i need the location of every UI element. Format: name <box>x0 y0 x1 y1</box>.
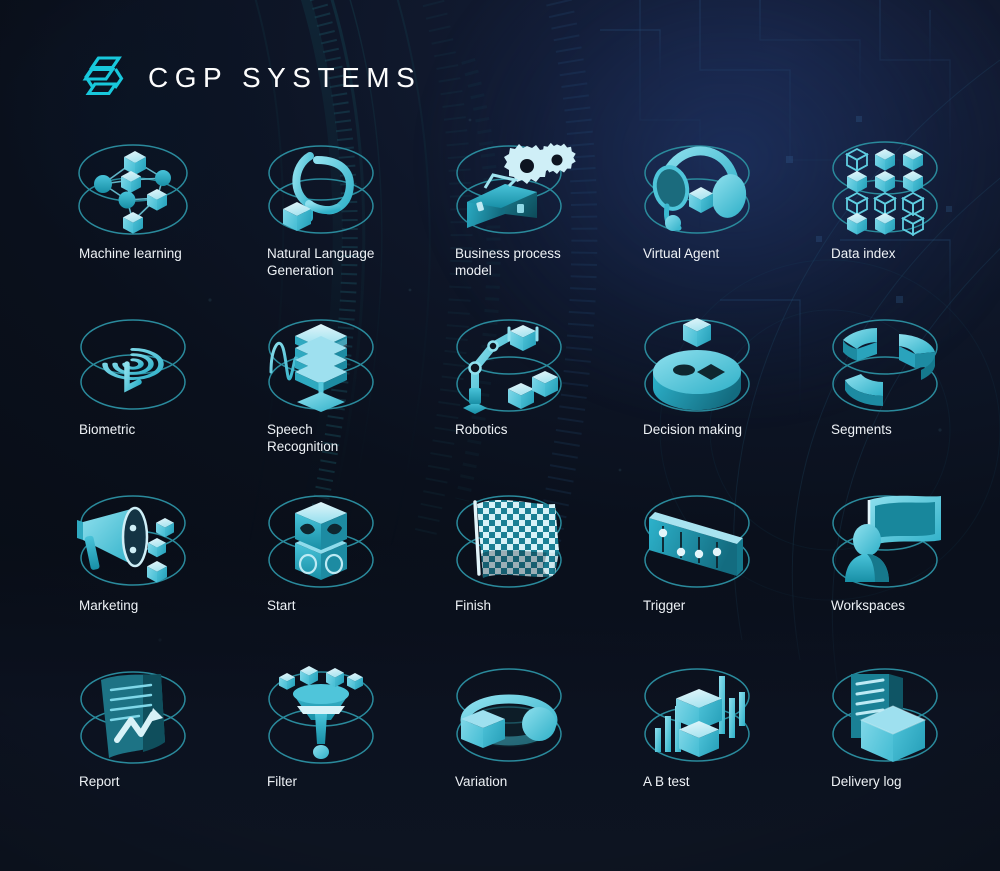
grid-item-label: Data index <box>831 246 896 261</box>
hex-s-logo-icon[interactable] <box>78 52 130 104</box>
filter-funnel-icon <box>268 666 374 764</box>
natural-language-generation-icon <box>268 145 374 234</box>
grid-item-start[interactable]: Start <box>251 478 439 654</box>
grid-item-label: A B test <box>643 774 690 789</box>
grid-item-label: Natural Language Generation <box>267 246 375 278</box>
grid-item-natural-language-generation[interactable]: Natural Language Generation <box>251 126 439 302</box>
data-index-icon <box>832 141 938 237</box>
grid-item-label: Variation <box>455 774 508 789</box>
grid-item-finish[interactable]: Finish <box>439 478 627 654</box>
grid-item-label: Finish <box>455 598 492 613</box>
grid-item-segments[interactable]: Segments <box>815 302 1000 478</box>
decision-making-icon <box>644 318 750 412</box>
grid-item-label: Report <box>79 774 120 789</box>
speech-recognition-icon <box>268 319 375 412</box>
variation-icon <box>456 668 562 762</box>
grid-item-delivery-log[interactable]: Delivery log <box>815 654 1000 830</box>
grid-item-label: Marketing <box>79 598 139 613</box>
grid-item-label: Delivery log <box>831 774 902 789</box>
brand-header: CGP SYSTEMS <box>78 52 421 104</box>
grid-item-variation[interactable]: Variation <box>439 654 627 830</box>
grid-item-label: Start <box>267 598 296 613</box>
grid-item-label: Machine learning <box>79 246 182 261</box>
start-cubes-icon <box>268 495 374 588</box>
workspaces-icon <box>832 495 941 588</box>
grid-item-label: Segments <box>831 422 892 437</box>
grid-item-label: Virtual Agent <box>643 246 720 261</box>
business-process-model-icon <box>456 142 576 234</box>
grid-item-robotics[interactable]: Robotics <box>439 302 627 478</box>
grid-item-trigger[interactable]: Trigger <box>627 478 815 654</box>
grid-item-report[interactable]: Report <box>63 654 251 830</box>
grid-item-label: Trigger <box>643 598 686 613</box>
brand-name: CGP SYSTEMS <box>148 62 422 93</box>
grid-item-speech-recognition[interactable]: Speech Recognition <box>251 302 439 478</box>
delivery-log-icon <box>832 668 938 762</box>
grid-item-machine-learning[interactable]: Machine learning <box>63 126 251 302</box>
grid-item-biometric[interactable]: Biometric <box>63 302 251 478</box>
grid-item-decision-making[interactable]: Decision making <box>627 302 815 478</box>
grid-item-virtual-agent[interactable]: Virtual Agent <box>627 126 815 302</box>
icon-grid: Machine learning Natural Language Genera… <box>0 126 1000 830</box>
grid-item-filter[interactable]: Filter <box>251 654 439 830</box>
grid-item-workspaces[interactable]: Workspaces <box>815 478 1000 654</box>
grid-item-ab-test[interactable]: A B test <box>627 654 815 830</box>
grid-item-data-index[interactable]: Data index <box>815 126 1000 302</box>
grid-item-label: Biometric <box>79 422 136 437</box>
virtual-agent-icon <box>644 145 750 234</box>
biometric-fingerprint-icon <box>80 319 186 410</box>
grid-item-label: Filter <box>267 774 297 789</box>
segments-donut-icon <box>832 319 938 412</box>
marketing-megaphone-icon <box>77 495 186 586</box>
ab-test-icon <box>644 668 750 762</box>
grid-item-marketing[interactable]: Marketing <box>63 478 251 654</box>
grid-item-label: Workspaces <box>831 598 906 613</box>
finish-flag-icon <box>456 495 562 588</box>
trigger-sliders-icon <box>644 495 750 588</box>
robotics-arm-icon <box>456 319 562 414</box>
machine-learning-icon <box>78 144 188 235</box>
grid-item-label: Robotics <box>455 422 508 437</box>
grid-item-label: Business process model <box>455 246 561 278</box>
grid-item-business-process-model[interactable]: Business process model <box>439 126 627 302</box>
grid-item-label: Decision making <box>643 422 743 437</box>
grid-item-label: Speech Recognition <box>267 422 339 454</box>
report-document-icon <box>80 671 186 764</box>
